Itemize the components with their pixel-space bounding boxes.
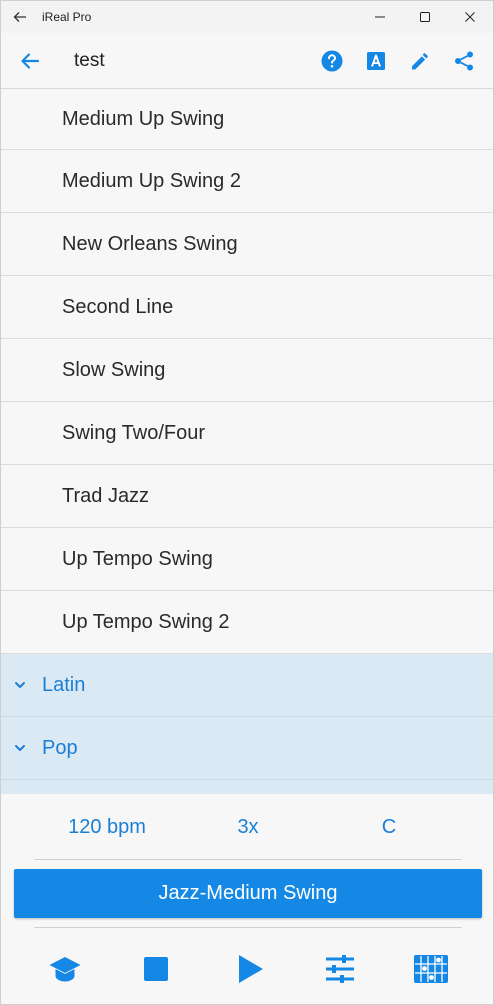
divider [34, 927, 462, 928]
tempo-button[interactable]: 120 bpm [57, 816, 157, 839]
app-window: iReal Pro test Medium Up Swing Medium Up… [0, 0, 494, 1005]
share-icon[interactable] [451, 48, 477, 74]
page-title: test [74, 50, 105, 71]
list-item-label: Swing Two/Four [62, 421, 206, 444]
play-icon[interactable] [232, 952, 268, 986]
chord-diagram-icon[interactable] [413, 952, 449, 986]
edit-icon[interactable] [407, 48, 433, 74]
category-partial [1, 780, 493, 794]
key-button[interactable]: C [371, 816, 407, 839]
list-item[interactable]: Up Tempo Swing [1, 528, 493, 591]
list-item-label: Slow Swing [62, 358, 166, 381]
player-controls: 120 bpm 3x C Jazz-Medium Swing [1, 794, 493, 1004]
chevron-down-icon [13, 677, 29, 693]
help-icon[interactable] [319, 48, 345, 74]
app-header: test [1, 33, 493, 89]
font-icon[interactable] [363, 48, 389, 74]
list-item-label: Up Tempo Swing [62, 547, 213, 570]
chevron-down-icon [13, 740, 29, 756]
practice-icon[interactable] [47, 952, 83, 986]
list-item-label: Trad Jazz [62, 484, 150, 507]
list-item[interactable]: Trad Jazz [1, 465, 493, 528]
stop-icon[interactable] [138, 952, 174, 986]
category-label: Latin [42, 673, 86, 696]
category-label: Pop [42, 736, 78, 759]
close-button[interactable] [447, 1, 493, 33]
minimize-button[interactable] [357, 1, 403, 33]
category-latin[interactable]: Latin [1, 654, 493, 717]
window-back-icon[interactable] [11, 8, 29, 26]
repeat-count-button[interactable]: 3x [223, 816, 273, 839]
divider [34, 859, 462, 860]
style-select-button[interactable]: Jazz-Medium Swing [14, 869, 482, 918]
window-title: iReal Pro [42, 10, 92, 24]
list-item-label: Medium Up Swing [62, 107, 225, 130]
category-pop[interactable]: Pop [1, 717, 493, 780]
back-arrow-icon[interactable] [18, 49, 42, 73]
list-item-label: Medium Up Swing 2 [62, 169, 241, 192]
list-item[interactable]: Second Line [1, 276, 493, 339]
list-item[interactable]: Slow Swing [1, 339, 493, 402]
list-item-label: Up Tempo Swing 2 [62, 610, 230, 633]
maximize-button[interactable] [402, 1, 448, 33]
mixer-icon[interactable] [322, 952, 358, 986]
title-bar: iReal Pro [1, 1, 493, 33]
list-item-label: Second Line [62, 295, 174, 318]
list-item-label: New Orleans Swing [62, 232, 238, 255]
list-item[interactable]: Medium Up Swing 2 [1, 150, 493, 213]
list-item[interactable]: Medium Up Swing [1, 89, 493, 150]
style-list: Medium Up Swing Medium Up Swing 2 New Or… [1, 89, 493, 794]
list-item[interactable]: Up Tempo Swing 2 [1, 591, 493, 654]
list-item[interactable]: New Orleans Swing [1, 213, 493, 276]
list-item[interactable]: Swing Two/Four [1, 402, 493, 465]
